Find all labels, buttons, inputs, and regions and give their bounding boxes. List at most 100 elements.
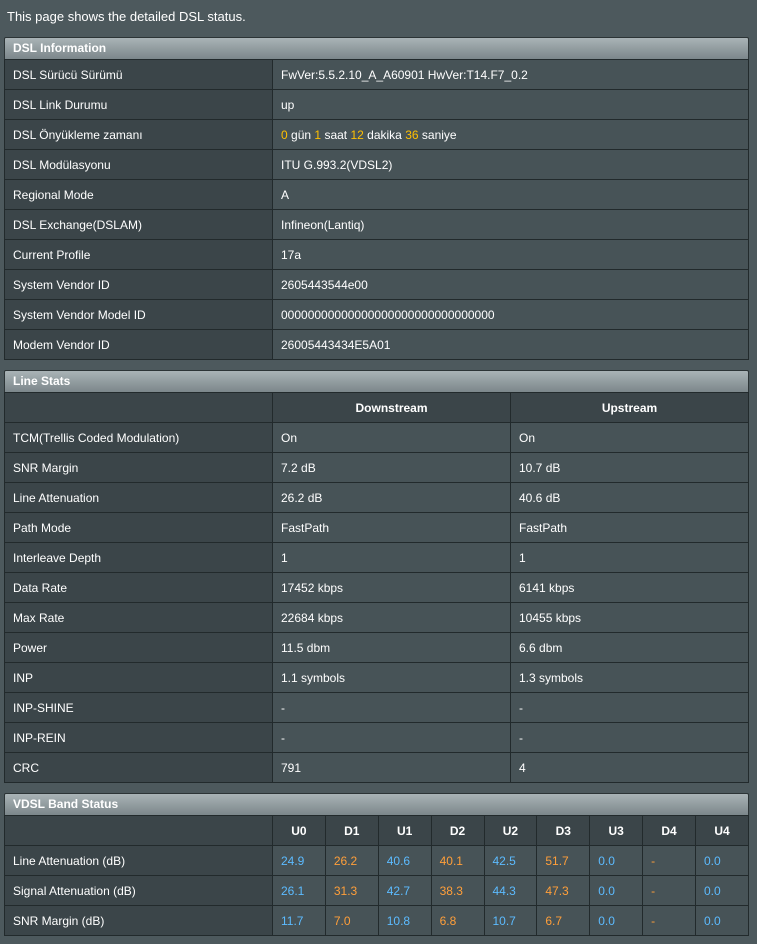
table-row: Current Profile 17a [4,239,749,270]
table-row: Power 11.5 dbm 6.6 dbm [4,632,749,663]
band-value-d2: 40.1 [430,845,485,876]
row-label: INP-REIN [4,722,273,753]
row-label: CRC [4,752,273,783]
upstream-value: 1.3 symbols [510,662,749,693]
vdsl-band-table: U0 D1 U1 D2 U2 D3 U3 D4 U4 Line Attenuation (dB)… [4,815,749,936]
band-header-d3: D3 [536,815,591,846]
band-value-d1: 7.0 [324,905,379,936]
band-value-d3: 6.7 [536,905,591,936]
row-label: SNR Margin (dB) [4,905,273,936]
band-value-d4: - [642,845,696,876]
downstream-value: 11.5 dbm [272,632,511,663]
band-value-u3: 0.0 [589,845,644,876]
band-value-d2: 38.3 [430,875,485,906]
band-header-d1: D1 [324,815,379,846]
band-value-u1: 42.7 [377,875,432,906]
row-label: Regional Mode [4,179,273,210]
table-row: SNR Margin (dB) 11.7 7.0 10.8 6.8 10.7 6.7 0.0-… [4,905,749,936]
table-row: DSL Sürücü Sürümü FwVer:5.5.2.10_A_A6090… [4,59,749,90]
downstream-value: FastPath [272,512,511,543]
table-row: INP-REIN - - [4,722,749,753]
band-value-d1: 31.3 [324,875,379,906]
downstream-value: 17452 kbps [272,572,511,603]
vdsl-band-status-section: VDSL Band Status U0 D1 U1 D2 U2 D3 U3 D4 U4 Line… [4,793,749,936]
row-label: Line Attenuation (dB) [4,845,273,876]
row-label: System Vendor Model ID [4,299,273,330]
band-value-u4: 0.0 [695,905,749,936]
row-label: Line Attenuation [4,482,273,513]
table-row: INP 1.1 symbols 1.3 symbols [4,662,749,693]
downstream-value: 22684 kbps [272,602,511,633]
table-row: System Vendor ID 2605443544e00 [4,269,749,300]
table-row: Regional Mode A [4,179,749,210]
row-label: System Vendor ID [4,269,273,300]
row-value: 17a [272,239,749,270]
upstream-value: FastPath [510,512,749,543]
line-stats-header: Line Stats [4,370,749,392]
band-value-u3: 0.0 [589,875,644,906]
line-stats-table: Downstream Upstream TCM(Trellis Coded Mo… [4,392,749,783]
band-value-d4: - [642,905,696,936]
band-header-u4: U4 [695,815,749,846]
table-row: Interleave Depth 1 1 [4,542,749,573]
page-intro: This page shows the detailed DSL status. [7,9,246,24]
table-row: SNR Margin 7.2 dB 10.7 dB [4,452,749,483]
table-row: Modem Vendor ID 26005443434E5A01 [4,329,749,360]
upstream-value: 10.7 dB [510,452,749,483]
dsl-information-header: DSL Information [4,37,749,59]
upstream-value: 6141 kbps [510,572,749,603]
row-value: A [272,179,749,210]
band-value-u3: 0.0 [589,905,644,936]
downstream-value: 791 [272,752,511,783]
downstream-value: - [272,722,511,753]
row-label: DSL Modülasyonu [4,149,273,180]
table-row: TCM(Trellis Coded Modulation) On On [4,422,749,453]
row-label: DSL Link Durumu [4,89,273,120]
table-row: DSL Exchange(DSLAM) Infineon(Lantiq) [4,209,749,240]
header-empty [4,815,273,846]
band-header-u3: U3 [589,815,644,846]
row-value: 2605443544e00 [272,269,749,300]
row-label: SNR Margin [4,452,273,483]
row-value: up [272,89,749,120]
row-label: Data Rate [4,572,273,603]
band-value-d1: 26.2 [324,845,379,876]
table-row: DSL Modülasyonu ITU G.993.2(VDSL2) [4,149,749,180]
table-row: DSL Önyükleme zamanı 0 gün 1 saat 12 dak… [4,119,749,150]
row-label: DSL Sürücü Sürümü [4,59,273,90]
downstream-value: 1.1 symbols [272,662,511,693]
table-row: Path Mode FastPath FastPath [4,512,749,543]
row-label: DSL Önyükleme zamanı [4,119,273,150]
table-row: Signal Attenuation (dB) 26.1 31.3 42.7 38.3 4… [4,875,749,906]
upstream-value: 10455 kbps [510,602,749,633]
band-value-d2: 6.8 [430,905,485,936]
vdsl-band-status-header: VDSL Band Status [4,793,749,815]
band-value-d4: - [642,875,696,906]
band-header-d4: D4 [642,815,696,846]
band-value-u1: 10.8 [377,905,432,936]
uptime-value: 0 gün 1 saat 12 dakika 36 saniye [272,119,749,150]
upstream-value: - [510,692,749,723]
row-label: Power [4,632,273,663]
line-stats-section: Line Stats Downstream Upstream TCM(Trell… [4,370,749,783]
table-row: INP-SHINE - - [4,692,749,723]
row-label: Modem Vendor ID [4,329,273,360]
downstream-value: - [272,692,511,723]
band-header-u0: U0 [272,815,326,846]
dsl-information-section: DSL Information DSL Sürücü Sürümü FwVer:… [4,37,749,360]
row-value: 26005443434E5A01 [272,329,749,360]
uptime-hours-unit: saat [324,127,348,142]
band-value-u2: 42.5 [483,845,538,876]
band-value-u0: 11.7 [272,905,326,936]
upstream-value: 40.6 dB [510,482,749,513]
upstream-value: - [510,722,749,753]
uptime-minutes-unit: dakika [367,127,402,142]
row-label: TCM(Trellis Coded Modulation) [4,422,273,453]
band-value-u2: 44.3 [483,875,538,906]
band-value-d3: 51.7 [536,845,591,876]
uptime-days: 0 [281,127,288,142]
band-value-u2: 10.7 [483,905,538,936]
downstream-value: 7.2 dB [272,452,511,483]
uptime-days-unit: gün [291,127,312,142]
band-value-d3: 47.3 [536,875,591,906]
